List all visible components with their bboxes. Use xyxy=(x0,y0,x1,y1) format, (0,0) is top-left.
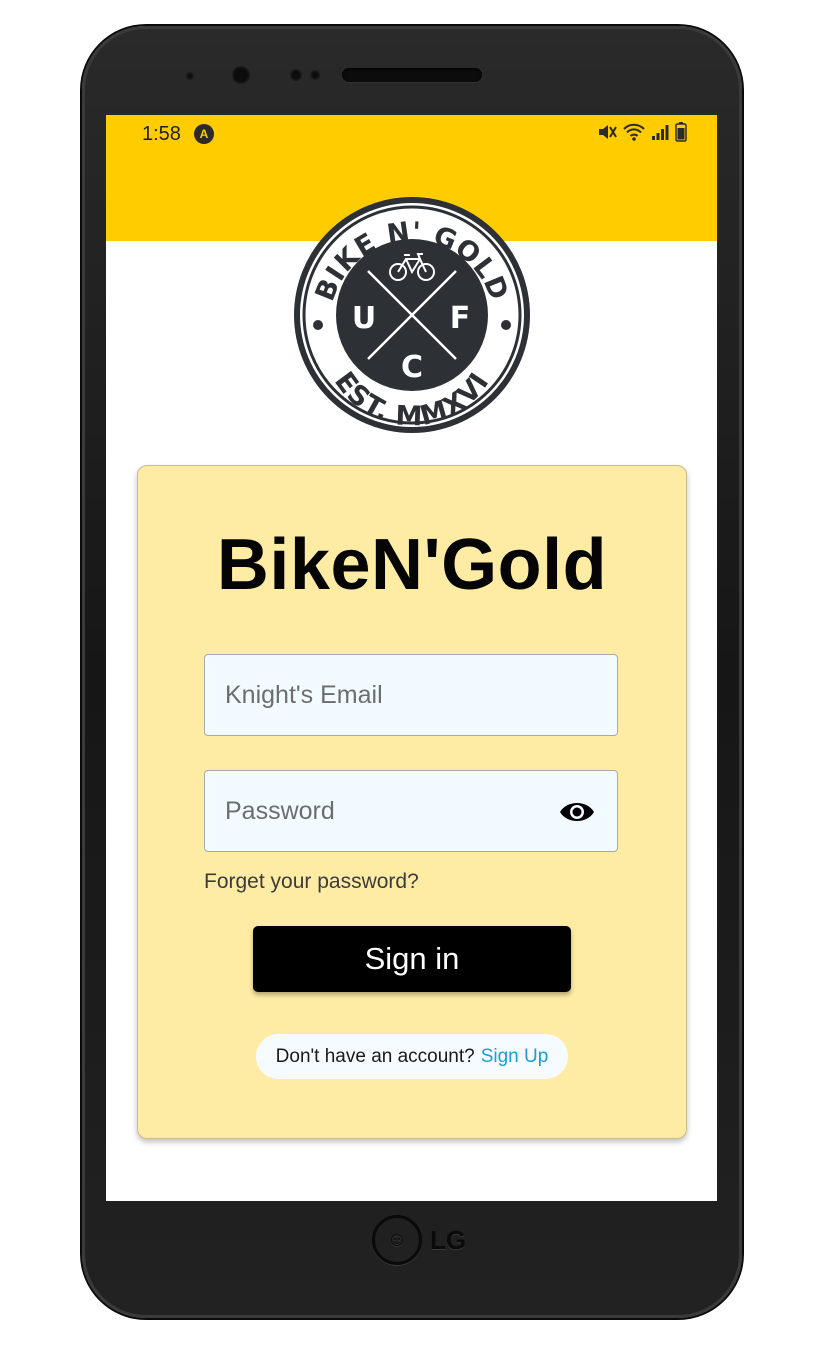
logo-letter-f: F xyxy=(450,301,471,336)
signup-prompt: Don't have an account? Sign Up xyxy=(256,1034,568,1079)
app-title: BikeN'Gold xyxy=(216,525,608,605)
wifi-icon xyxy=(623,123,645,141)
proximity-sensor xyxy=(186,72,194,80)
password-field-container xyxy=(204,770,618,852)
device-brand: ☺ LG xyxy=(372,1215,466,1265)
app-notification-icon: A xyxy=(194,124,214,144)
device-brand-text: LG xyxy=(430,1224,467,1255)
light-sensor xyxy=(290,69,302,81)
eye-icon[interactable] xyxy=(559,798,595,826)
signup-prompt-text: Don't have an account? xyxy=(275,1045,475,1067)
earpiece-speaker xyxy=(342,68,482,82)
battery-icon xyxy=(675,122,687,142)
status-icons xyxy=(597,122,687,142)
phone-top-bezel xyxy=(82,26,742,116)
mute-icon xyxy=(599,125,617,139)
app-screen: 1:58 A BIKE N' GOLD EST. MMXVI U F C Bik… xyxy=(106,115,717,1201)
signal-icon xyxy=(652,125,669,140)
status-time: 1:58 xyxy=(142,123,181,145)
phone-frame: 1:58 A BIKE N' GOLD EST. MMXVI U F C Bik… xyxy=(82,26,742,1318)
forgot-password-link[interactable]: Forget your password? xyxy=(204,870,419,894)
password-input[interactable] xyxy=(205,771,617,851)
email-input[interactable] xyxy=(205,655,617,735)
logo-letter-u: U xyxy=(352,301,376,336)
logo-letter-c: C xyxy=(401,350,423,385)
sign-up-link[interactable]: Sign Up xyxy=(481,1046,549,1068)
light-sensor-2 xyxy=(310,70,320,80)
lg-logo-icon: ☺ xyxy=(372,1215,422,1265)
front-camera xyxy=(232,66,250,84)
email-field-container xyxy=(204,654,618,736)
bike-n-gold-logo: BIKE N' GOLD EST. MMXVI U F C xyxy=(294,197,530,433)
login-card: BikeN'Gold Forget your password? Sign in… xyxy=(137,465,687,1139)
sign-in-button[interactable]: Sign in xyxy=(253,926,571,992)
